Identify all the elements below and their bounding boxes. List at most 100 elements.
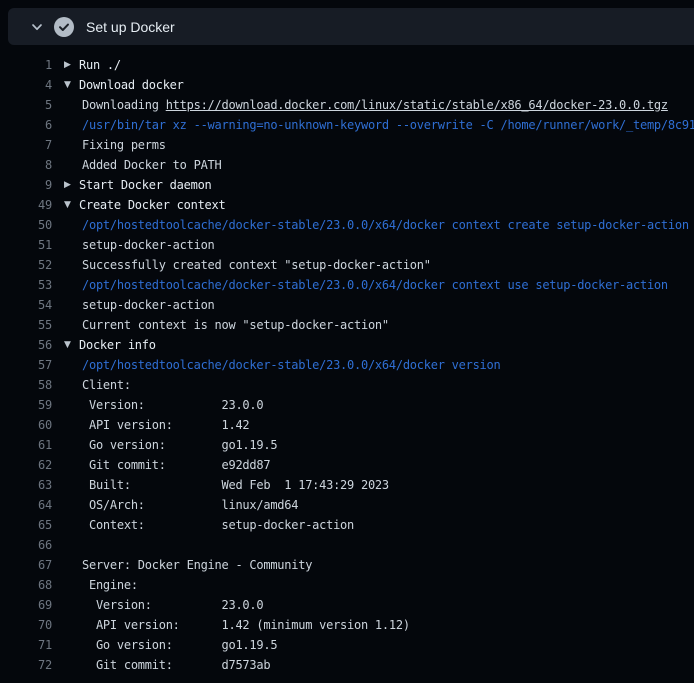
log-line: 50/opt/hostedtoolcache/docker-stable/23.… <box>0 215 694 235</box>
log-text: Client: <box>82 375 131 395</box>
log-text: Successfully created context "setup-dock… <box>82 255 431 275</box>
log-group-toggle[interactable]: ▶Start Docker daemon <box>64 175 212 195</box>
line-number-link[interactable]: 60 <box>0 415 52 435</box>
line-number-link[interactable]: 70 <box>0 615 52 635</box>
line-number-link[interactable]: 52 <box>0 255 52 275</box>
log-line: 67 Server: Docker Engine - Community <box>0 555 694 575</box>
log-command-text: /usr/bin/tar xz --warning=no-unknown-key… <box>82 115 694 135</box>
log-text: Engine: <box>82 575 138 595</box>
step-title: Set up Docker <box>86 19 175 35</box>
log-group-toggle[interactable]: ▼Docker info <box>64 335 156 355</box>
log-text: API version: 1.42 <box>82 415 249 435</box>
log-command-text: /opt/hostedtoolcache/docker-stable/23.0.… <box>82 355 500 375</box>
log-text: Downloading https://download.docker.com/… <box>82 95 668 115</box>
log-text: Added Docker to PATH <box>82 155 222 175</box>
log-text: Git commit: e92dd87 <box>82 455 270 475</box>
line-number-link[interactable]: 1 <box>0 55 52 75</box>
line-number-link[interactable]: 49 <box>0 195 52 215</box>
line-number-link[interactable]: 71 <box>0 635 52 655</box>
line-number-link[interactable]: 68 <box>0 575 52 595</box>
log-line: 58 Client: <box>0 375 694 395</box>
log-line: 52 Successfully created context "setup-do… <box>0 255 694 275</box>
log-line: 70 API version: 1.42 (minimum version 1.… <box>0 615 694 635</box>
log-group-label: Run ./ <box>79 58 121 72</box>
log-command-text: /opt/hostedtoolcache/docker-stable/23.0.… <box>82 275 668 295</box>
log-text: Context: setup-docker-action <box>82 515 354 535</box>
log-line: 61 Go version: go1.19.5 <box>0 435 694 455</box>
log-lines: 1▶Run ./4▼Download docker5Downloading ht… <box>0 45 694 683</box>
log-text: API version: 1.42 (minimum version 1.12) <box>82 615 410 635</box>
log-viewer: Set up Docker 1▶Run ./4▼Download docker5… <box>0 0 694 683</box>
step-header[interactable]: Set up Docker <box>8 8 694 45</box>
line-number-link[interactable]: 4 <box>0 75 52 95</box>
log-line: 51 setup-docker-action <box>0 235 694 255</box>
log-line: 57/opt/hostedtoolcache/docker-stable/23.… <box>0 355 694 375</box>
chevron-down-icon[interactable] <box>30 20 44 34</box>
line-number-link[interactable]: 5 <box>0 95 52 115</box>
log-text: Fixing perms <box>82 135 166 155</box>
line-number-link[interactable]: 66 <box>0 535 52 555</box>
caret-expanded-icon[interactable]: ▼ <box>64 335 79 355</box>
log-text: Server: Docker Engine - Community <box>82 555 312 575</box>
log-text: Current context is now "setup-docker-act… <box>82 315 389 335</box>
log-text-segment: Downloading <box>82 98 166 112</box>
log-line: 60 API version: 1.42 <box>0 415 694 435</box>
line-number-link[interactable]: 56 <box>0 335 52 355</box>
log-group-label: Docker info <box>79 338 156 352</box>
log-text: setup-docker-action <box>82 235 215 255</box>
line-number-link[interactable]: 9 <box>0 175 52 195</box>
log-line: 72 Git commit: d7573ab <box>0 655 694 675</box>
line-number-link[interactable]: 57 <box>0 355 52 375</box>
log-text: Go version: go1.19.5 <box>82 635 277 655</box>
line-number-link[interactable]: 54 <box>0 295 52 315</box>
caret-expanded-icon[interactable]: ▼ <box>64 195 79 215</box>
line-number-link[interactable]: 65 <box>0 515 52 535</box>
log-line: 54 setup-docker-action <box>0 295 694 315</box>
log-group-toggle[interactable]: ▼Create Docker context <box>64 195 225 215</box>
log-group-toggle[interactable]: ▶Run ./ <box>64 55 121 75</box>
log-command-text: /opt/hostedtoolcache/docker-stable/23.0.… <box>82 215 689 235</box>
log-line: 59 Version: 23.0.0 <box>0 395 694 415</box>
log-text: OS/Arch: linux/amd64 <box>82 495 298 515</box>
log-line: 65 Context: setup-docker-action <box>0 515 694 535</box>
log-text: Version: 23.0.0 <box>82 595 263 615</box>
line-number-link[interactable]: 64 <box>0 495 52 515</box>
line-number-link[interactable]: 69 <box>0 595 52 615</box>
log-line: 49 ▼Create Docker context <box>0 195 694 215</box>
line-number-link[interactable]: 55 <box>0 315 52 335</box>
log-line: 7 Fixing perms <box>0 135 694 155</box>
log-group-label: Start Docker daemon <box>79 178 212 192</box>
line-number-link[interactable]: 51 <box>0 235 52 255</box>
log-text: Git commit: d7573ab <box>82 655 270 675</box>
line-number-link[interactable]: 50 <box>0 215 52 235</box>
log-line: 63 Built: Wed Feb 1 17:43:29 2023 <box>0 475 694 495</box>
log-line: 9 ▶Start Docker daemon <box>0 175 694 195</box>
line-number-link[interactable]: 67 <box>0 555 52 575</box>
check-circle-icon <box>54 17 74 37</box>
line-number-link[interactable]: 61 <box>0 435 52 455</box>
log-line: 66 <box>0 535 694 555</box>
line-number-link[interactable]: 8 <box>0 155 52 175</box>
caret-collapsed-icon[interactable]: ▶ <box>64 55 79 75</box>
line-number-link[interactable]: 7 <box>0 135 52 155</box>
log-group-toggle[interactable]: ▼Download docker <box>64 75 184 95</box>
log-text: setup-docker-action <box>82 295 215 315</box>
line-number-link[interactable]: 58 <box>0 375 52 395</box>
line-number-link[interactable]: 72 <box>0 655 52 675</box>
caret-expanded-icon[interactable]: ▼ <box>64 75 79 95</box>
line-number-link[interactable]: 62 <box>0 455 52 475</box>
log-line: 5 Downloading https://download.docker.com… <box>0 95 694 115</box>
log-line: 8 Added Docker to PATH <box>0 155 694 175</box>
log-url-link[interactable]: https://download.docker.com/linux/static… <box>166 98 668 112</box>
log-group-label: Download docker <box>79 78 184 92</box>
caret-collapsed-icon[interactable]: ▶ <box>64 175 79 195</box>
log-line: 55 Current context is now "setup-docker-a… <box>0 315 694 335</box>
line-number-link[interactable]: 63 <box>0 475 52 495</box>
log-line: 1 ▶Run ./ <box>0 55 694 75</box>
log-line: 56 ▼Docker info <box>0 335 694 355</box>
log-line: 71 Go version: go1.19.5 <box>0 635 694 655</box>
line-number-link[interactable]: 6 <box>0 115 52 135</box>
line-number-link[interactable]: 53 <box>0 275 52 295</box>
log-line: 4 ▼Download docker <box>0 75 694 95</box>
line-number-link[interactable]: 59 <box>0 395 52 415</box>
